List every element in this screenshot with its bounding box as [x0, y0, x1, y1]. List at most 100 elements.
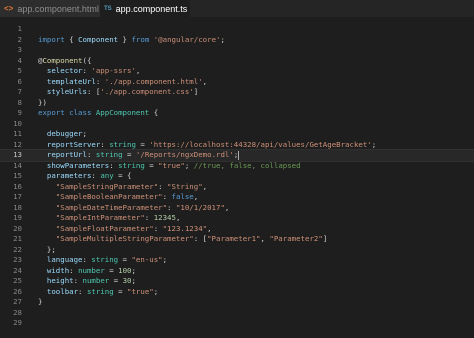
code-text: selector: 'app-ssrs', [38, 66, 140, 77]
code-line[interactable]: 18 "SampleDateTimeParameter": "10/1/2017… [0, 203, 474, 214]
code-token: : [69, 265, 79, 275]
code-line[interactable]: 24 width: number = 100; [0, 266, 474, 277]
code-line[interactable]: 22 }; [0, 245, 474, 256]
code-line[interactable]: 10 [0, 119, 474, 130]
code-token: 12345 [153, 213, 176, 222]
code-token: Component [78, 34, 119, 44]
code-token: string [109, 139, 136, 149]
code-text: debugger; [38, 129, 87, 140]
code-token: = [104, 265, 119, 275]
code-line[interactable]: 12 reportServer: string = 'https://local… [0, 140, 474, 151]
line-number: 17 [13, 192, 22, 201]
line-number: 22 [13, 244, 22, 254]
code-line[interactable]: 27} [0, 297, 474, 308]
code-line[interactable]: 16 "SampleStringParameter": "String", [0, 182, 474, 193]
code-text: @Component({ [38, 56, 91, 67]
code-token: 'https://localhost:44328/api/values/GetA… [149, 139, 372, 149]
code-text: "SampleBooleanParameter": false, [38, 192, 198, 203]
code-line[interactable]: 29 [0, 318, 474, 329]
code-token: reportServer [38, 139, 101, 149]
code-line[interactable]: 5 selector: 'app-ssrs', [0, 66, 474, 77]
code-token: : [167, 202, 176, 212]
code-text: "SampleFloatParameter": "123.1234", [38, 224, 212, 235]
line-number: 5 [17, 66, 22, 75]
code-token: '@angular/core' [153, 34, 221, 44]
line-number: 4 [17, 55, 22, 65]
code-text: import { Component } from '@angular/core… [38, 35, 225, 46]
code-token: import [38, 34, 65, 44]
code-token: = [118, 255, 132, 264]
code-token: "SampleFloatParameter" [38, 223, 154, 233]
line-number: 3 [17, 45, 22, 54]
code-token: : [ [193, 234, 208, 243]
code-token: "true" [127, 286, 154, 296]
code-token: templateUrl [38, 76, 96, 86]
code-text: height: number = 30; [38, 276, 136, 287]
code-line[interactable]: 13 reportUrl: string = '/Reports/ngxDemo… [0, 149, 474, 162]
code-token: toolbar [38, 286, 79, 296]
line-number: 28 [13, 307, 22, 317]
code-token: width [38, 265, 70, 275]
code-token: = [113, 286, 128, 296]
code-text: reportServer: string = 'https://localhos… [38, 140, 376, 151]
line-number: 24 [13, 265, 22, 275]
code-line[interactable]: 20 "SampleFloatParameter": "123.1234", [0, 224, 474, 235]
code-line[interactable]: 1 [0, 24, 474, 35]
code-text: }) [38, 98, 47, 109]
code-text: "SampleIntParameter": 12345, [38, 213, 181, 224]
code-text: templateUrl: './app.component.html', [38, 77, 207, 88]
code-line[interactable]: 17 "SampleBooleanParameter": false, [0, 192, 474, 203]
code-line[interactable]: 15 parameters: any = { [0, 171, 474, 182]
code-editor[interactable]: 1 2 import { Component } from '@angular/co… [0, 17, 474, 338]
code-text: language: string = "en-us"; [38, 255, 167, 266]
line-number: 29 [13, 318, 22, 327]
code-token: string [118, 160, 145, 170]
code-text: export class AppComponent { [38, 108, 158, 119]
code-token: parameters [38, 171, 92, 180]
code-token: : [109, 160, 119, 170]
code-token: = [122, 150, 136, 159]
code-token: ; [220, 34, 225, 44]
code-token: ; [184, 160, 194, 170]
line-number: 6 [17, 76, 22, 86]
code-line[interactable]: 14 showParameters: string = "true"; //tr… [0, 161, 474, 172]
code-token: : [ [86, 87, 101, 96]
code-line[interactable]: 21 "SampleMultipleStringParameter": ["Pa… [0, 234, 474, 245]
code-line[interactable]: 3 [0, 45, 474, 56]
code-line[interactable]: 7 styleUrls: ['./app.component.css'] [0, 87, 474, 98]
code-token: selector [38, 66, 83, 75]
code-token: , [175, 213, 181, 222]
code-token: : [158, 181, 168, 191]
code-token: string [86, 286, 114, 296]
line-number: 8 [17, 97, 22, 107]
code-line[interactable]: 11 debugger; [0, 129, 474, 140]
code-line[interactable]: 26 toolbar: string = "true"; [0, 287, 474, 298]
typescript-file-icon: TS [104, 5, 112, 12]
code-line[interactable]: 6 templateUrl: './app.component.html', [0, 77, 474, 88]
code-text: width: number = 100; [38, 266, 136, 277]
tab-app-component-html[interactable]: <> app.component.html [0, 0, 100, 17]
tab-app-component-ts[interactable]: TS app.component.ts [100, 0, 190, 17]
code-line[interactable]: 23 language: string = "en-us"; [0, 255, 474, 266]
code-text: reportUrl: string = '/Reports/ngxDemo.rd… [38, 150, 240, 161]
code-line[interactable]: 28 [0, 308, 474, 319]
code-text: showParameters: string = "true"; //true,… [38, 161, 301, 172]
code-text: "SampleMultipleStringParameter": ["Param… [38, 234, 327, 245]
html-file-icon: <> [4, 3, 14, 13]
code-line[interactable]: 9 export class AppComponent { [0, 108, 474, 119]
code-text: styleUrls: ['./app.component.css'] [38, 87, 198, 98]
line-number: 12 [13, 139, 22, 149]
code-token: "Parameter2" [269, 234, 323, 243]
code-line[interactable]: 4 @Component({ [0, 56, 474, 67]
line-number: 15 [13, 171, 22, 180]
code-line[interactable]: 2 import { Component } from '@angular/cor… [0, 35, 474, 46]
code-token: "String" [167, 181, 203, 191]
code-line[interactable]: 19 "SampleIntParameter": 12345, [0, 213, 474, 224]
line-number: 18 [13, 202, 22, 212]
code-token: styleUrls [38, 87, 87, 96]
code-line[interactable]: 25 height: number = 30; [0, 276, 474, 287]
line-number: 1 [17, 24, 22, 33]
code-line[interactable]: 8}) [0, 98, 474, 109]
code-token: string [95, 150, 123, 159]
line-number: 23 [13, 255, 22, 264]
